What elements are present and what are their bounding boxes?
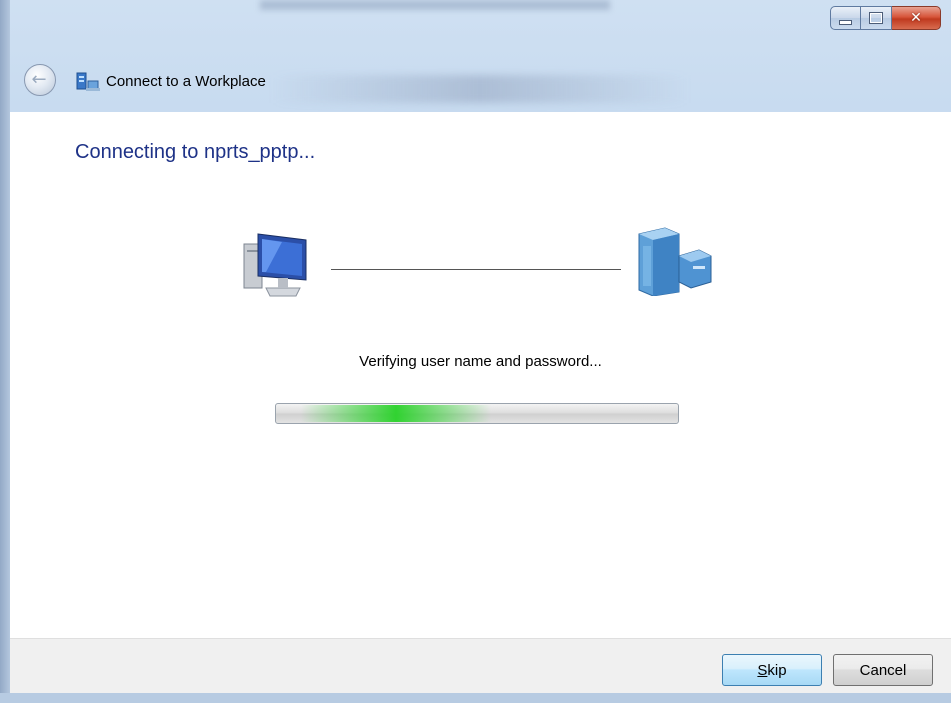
progress-bar bbox=[275, 403, 679, 424]
window-frame-edge bbox=[0, 0, 10, 703]
maximize-icon bbox=[869, 12, 883, 24]
content-area: Connecting to nprts_pptp... Verifying us… bbox=[10, 112, 951, 638]
network-connection-icon bbox=[76, 72, 100, 91]
dialog-footer: Skip Cancel bbox=[10, 638, 951, 693]
skip-access-key: S bbox=[757, 661, 768, 679]
computer-icon bbox=[243, 233, 307, 297]
dialog-window: ✕ ← Connect to a Workplace Connecting to… bbox=[0, 0, 951, 703]
skip-label: kip bbox=[767, 661, 787, 679]
page-title: Connecting to nprts_pptp... bbox=[75, 141, 316, 163]
back-button[interactable]: ← bbox=[24, 64, 56, 96]
connection-line bbox=[331, 269, 621, 270]
window-title: Connect to a Workplace bbox=[106, 73, 266, 90]
close-icon: ✕ bbox=[910, 10, 922, 26]
caption-buttons: ✕ bbox=[830, 6, 941, 32]
minimize-button[interactable] bbox=[830, 6, 861, 30]
back-arrow-icon: ← bbox=[31, 69, 47, 90]
progress-indicator bbox=[301, 405, 491, 422]
close-button[interactable]: ✕ bbox=[892, 6, 941, 30]
skip-button[interactable]: Skip bbox=[722, 654, 822, 686]
server-icon bbox=[638, 227, 712, 296]
cancel-button[interactable]: Cancel bbox=[833, 654, 933, 686]
maximize-button[interactable] bbox=[861, 6, 892, 30]
minimize-icon bbox=[839, 19, 852, 25]
background-blur-strip bbox=[260, 0, 610, 10]
window-frame-bottom bbox=[0, 693, 951, 703]
status-text: Verifying user name and password... bbox=[359, 353, 602, 370]
background-blur-text bbox=[270, 75, 690, 103]
